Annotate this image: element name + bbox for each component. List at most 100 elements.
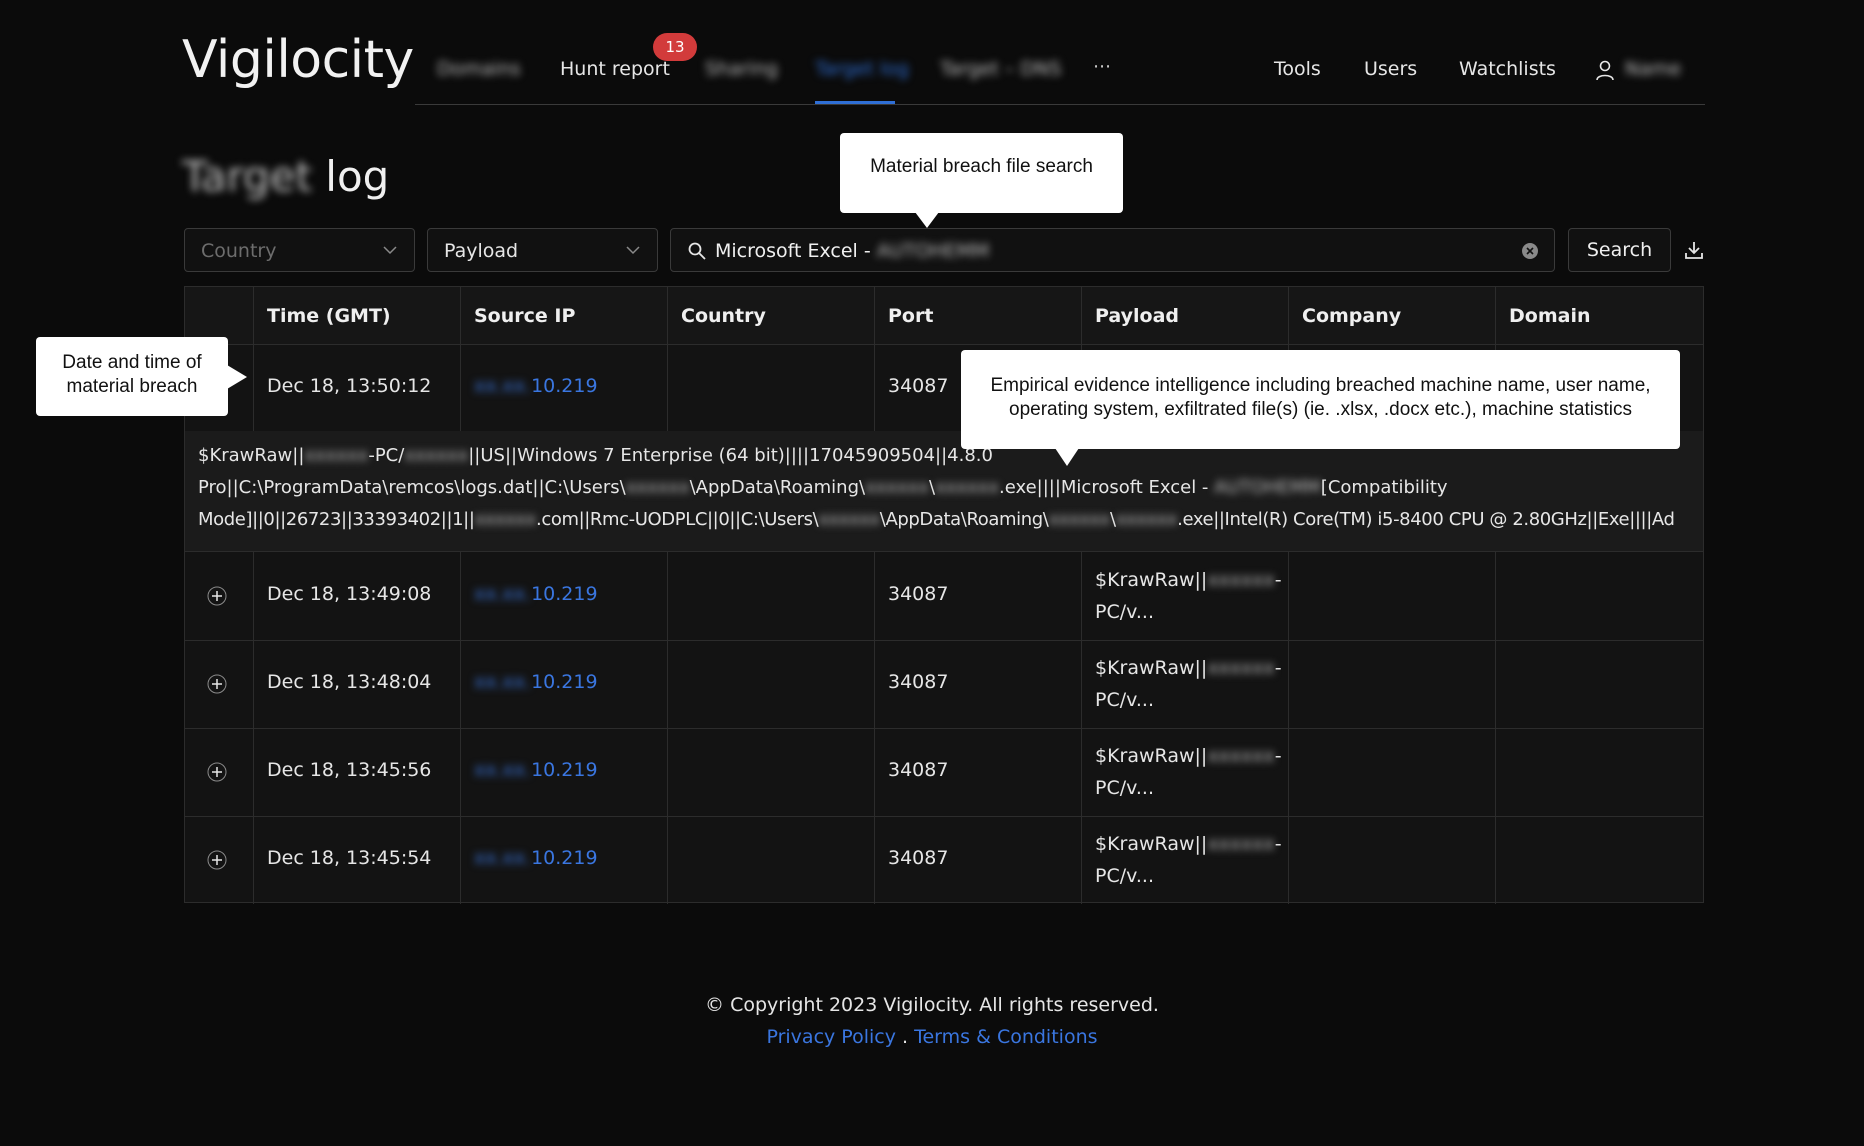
plus-icon[interactable]: [207, 762, 227, 782]
cell-time: Dec 18, 13:49:08: [267, 583, 432, 605]
nav-item-target-dns[interactable]: Target – DNS: [940, 58, 1061, 80]
ip-suffix: 10.219: [531, 847, 598, 869]
row-detail-payload: $KrawRaw||xxxxxx-PC/xxxxxx||US||Windows …: [185, 431, 1703, 552]
ip-prefix: xx.xx.: [474, 375, 532, 397]
cell-port: 34087: [888, 375, 949, 397]
ip-suffix: 10.219: [531, 671, 598, 693]
column-header-time[interactable]: Time (GMT): [267, 305, 391, 327]
detail-mask: xxxxxx: [1048, 509, 1110, 530]
column-header-domain[interactable]: Domain: [1509, 305, 1590, 327]
footer-separator: .: [902, 1026, 909, 1048]
page-title: Target log: [182, 152, 389, 201]
cell-time: Dec 18, 13:50:12: [267, 375, 432, 397]
cell-time: Dec 18, 13:48:04: [267, 671, 432, 693]
payload-text: $KrawRaw||: [1095, 569, 1208, 591]
detail-mask: AUTOHEMM: [1214, 477, 1321, 498]
search-button[interactable]: Search: [1568, 228, 1671, 272]
cell-payload: $KrawRaw||xxxxxx- PC/v...: [1095, 828, 1282, 892]
payload-text: PC/v...: [1095, 865, 1155, 887]
country-select[interactable]: Country: [184, 228, 415, 272]
cell-source-ip[interactable]: xx.xx.10.219: [474, 759, 598, 781]
clear-icon[interactable]: [1520, 241, 1540, 261]
cell-source-ip[interactable]: xx.xx.10.219: [474, 671, 598, 693]
callout-payload-line-1: Empirical evidence intelligence includin…: [990, 375, 1651, 396]
search-text-blurred: AUTOHEMM: [876, 240, 990, 262]
chevron-down-icon: [626, 246, 640, 255]
detail-mask: xxxxxx: [304, 445, 369, 466]
user-name[interactable]: Name: [1625, 58, 1681, 80]
callout-search: Material breach file search: [840, 133, 1123, 228]
column-header-payload[interactable]: Payload: [1095, 305, 1179, 327]
nav-item-target-log[interactable]: Target log: [815, 58, 909, 80]
footer-copyright: © Copyright 2023 Vigilocity. All rights …: [705, 994, 1159, 1016]
cell-source-ip[interactable]: xx.xx.10.219: [474, 375, 598, 397]
download-icon[interactable]: [1683, 239, 1705, 261]
detail-mask: xxxxxx: [404, 445, 469, 466]
callout-payload-line-2: operating system, exfiltrated file(s) (i…: [1009, 399, 1632, 420]
detail-mask: xxxxxx: [474, 509, 537, 530]
plus-icon[interactable]: [207, 586, 227, 606]
privacy-policy-link[interactable]: Privacy Policy: [766, 1026, 895, 1048]
payload-mask: xxxxxx: [1207, 569, 1275, 591]
callout-payload: Empirical evidence intelligence includin…: [961, 350, 1680, 466]
search-input-value: Microsoft Excel - AUTOHEMM: [715, 240, 989, 262]
detail-text: Pro||C:\ProgramData\remcos\logs.dat||C:\…: [198, 477, 626, 498]
hunt-report-badge: 13: [653, 33, 697, 61]
payload-text: $KrawRaw||: [1095, 745, 1208, 767]
nav-item-users[interactable]: Users: [1364, 58, 1417, 80]
cell-source-ip[interactable]: xx.xx.10.219: [474, 847, 598, 869]
detail-mask: xxxxxx: [818, 509, 880, 530]
payload-text: $KrawRaw||: [1095, 833, 1208, 855]
more-menu-button[interactable]: ⋯: [1093, 56, 1111, 77]
column-header-company[interactable]: Company: [1302, 305, 1401, 327]
detail-text: Mode]||0||26723||33393402||1||: [198, 509, 475, 530]
detail-mask: xxxxxx: [935, 477, 999, 498]
cell-time: Dec 18, 13:45:56: [267, 759, 432, 781]
payload-mask: xxxxxx: [1207, 745, 1275, 767]
table-header: Time (GMT) Source IP Country Port Payloa…: [185, 287, 1703, 345]
detail-mask: xxxxxx: [1115, 509, 1178, 530]
ip-prefix: xx.xx.: [474, 671, 532, 693]
callout-pointer: [1055, 448, 1079, 466]
detail-line-3: Mode]||0||26723||33393402||1||xxxxxx.com…: [198, 509, 1675, 530]
callout-pointer: [915, 212, 939, 228]
nav-item-domains[interactable]: Domains: [437, 58, 521, 80]
top-nav: Domains Hunt report Sharing Target log T…: [415, 44, 1705, 105]
nav-item-hunt-report[interactable]: Hunt report: [560, 58, 670, 80]
chevron-down-icon: [383, 246, 397, 255]
user-icon[interactable]: [1594, 59, 1616, 81]
table-row[interactable]: Dec 18, 13:45:56 xx.xx.10.219 34087 $Kra…: [185, 728, 1703, 817]
terms-link[interactable]: Terms & Conditions: [914, 1026, 1097, 1048]
detail-text: -PC/: [368, 445, 405, 466]
column-header-port[interactable]: Port: [888, 305, 933, 327]
detail-text: \: [1109, 509, 1116, 530]
detail-line-2: Pro||C:\ProgramData\remcos\logs.dat||C:\…: [198, 477, 1448, 498]
callout-search-text: Material breach file search: [870, 156, 1093, 177]
column-header-source-ip[interactable]: Source IP: [474, 305, 575, 327]
table-row[interactable]: Dec 18, 13:48:04 xx.xx.10.219 34087 $Kra…: [185, 640, 1703, 729]
ip-suffix: 10.219: [531, 583, 598, 605]
ip-suffix: 10.219: [531, 759, 598, 781]
footer-links: Privacy Policy . Terms & Conditions: [0, 1026, 1864, 1048]
table-row[interactable]: Dec 18, 13:45:54 xx.xx.10.219 34087 $Kra…: [185, 816, 1703, 904]
nav-item-sharing[interactable]: Sharing: [705, 58, 778, 80]
detail-text: ||US||Windows 7 Enterprise (64 bit)||||1…: [468, 445, 993, 466]
ip-prefix: xx.xx.: [474, 759, 532, 781]
table-row[interactable]: Dec 18, 13:49:08 xx.xx.10.219 34087 $Kra…: [185, 552, 1703, 641]
detail-text: $KrawRaw||: [198, 445, 305, 466]
callout-time-line-1: Date and time of: [62, 352, 202, 373]
payload-mask: xxxxxx: [1207, 833, 1275, 855]
payload-select-value: Payload: [444, 240, 519, 262]
plus-icon[interactable]: [207, 674, 227, 694]
nav-item-tools[interactable]: Tools: [1274, 58, 1321, 80]
nav-item-watchlists[interactable]: Watchlists: [1459, 58, 1556, 80]
payload-select[interactable]: Payload: [427, 228, 658, 272]
app-logo[interactable]: Vigilocity: [182, 30, 414, 90]
search-input[interactable]: Microsoft Excel - AUTOHEMM: [670, 228, 1555, 272]
column-header-country[interactable]: Country: [681, 305, 766, 327]
cell-payload: $KrawRaw||xxxxxx- PC/v...: [1095, 564, 1282, 628]
detail-text: .com||Rmc-UODPLC||0||C:\Users\: [536, 509, 819, 530]
plus-icon[interactable]: [207, 850, 227, 870]
cell-source-ip[interactable]: xx.xx.10.219: [474, 583, 598, 605]
search-icon: [688, 242, 706, 260]
